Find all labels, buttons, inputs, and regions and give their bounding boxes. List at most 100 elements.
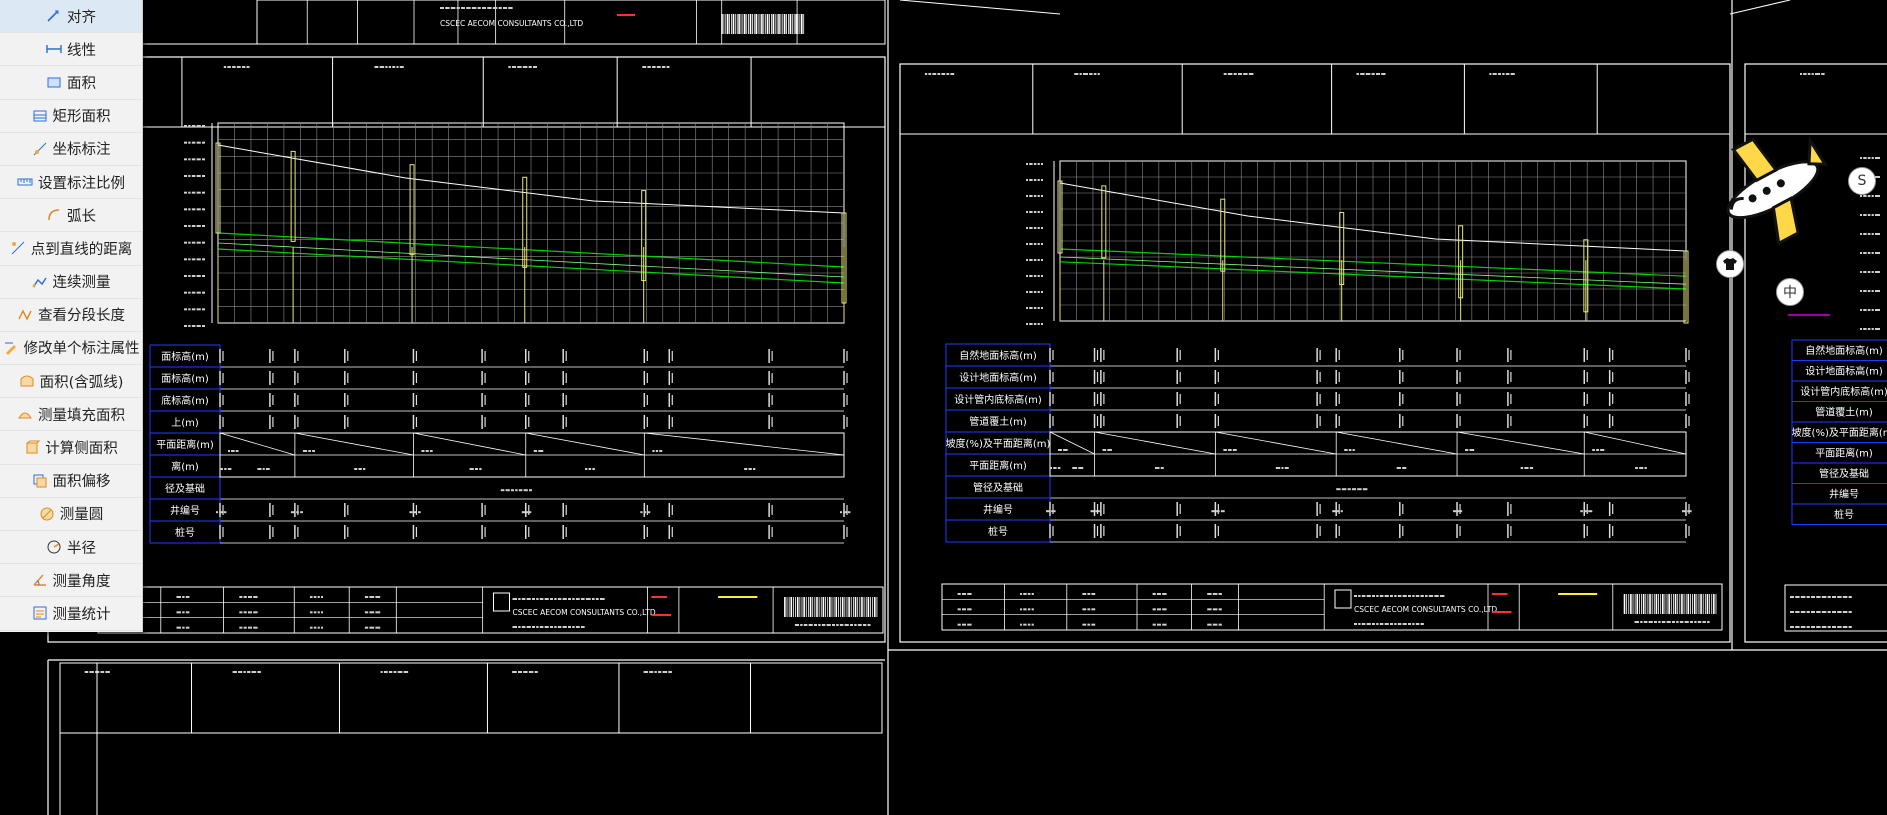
- menu-item-label: 修改单个标注属性: [23, 341, 140, 358]
- manhole-marker: [1101, 185, 1107, 259]
- menu-item-label: 测量圆: [59, 507, 104, 524]
- profile-row-label: 设计管内底标高(m): [1800, 385, 1887, 398]
- menu-item-circle[interactable]: 测量圆: [0, 498, 142, 531]
- menu-item-side-area[interactable]: 计算侧面积: [0, 431, 142, 465]
- menu-item-label: 对齐: [67, 9, 96, 26]
- profile-row-label: 面标高(m): [161, 350, 209, 363]
- edit-annotation-icon: [4, 342, 16, 355]
- menu-item-align[interactable]: 对齐: [0, 0, 142, 34]
- menu-item-segment-length[interactable]: 查看分段长度: [0, 299, 142, 332]
- profile-row-label: 坡度(%)及平面距离(m): [946, 437, 1051, 450]
- menu-item-label: 点到直线的距离: [30, 241, 133, 258]
- menu-item-area-offset[interactable]: 面积偏移: [0, 465, 142, 498]
- menu-item-point-line-distance[interactable]: 点到直线的距离: [0, 232, 142, 266]
- side-area-icon: [26, 440, 41, 454]
- profile-row-label: 平面距离(m): [969, 459, 1027, 472]
- header-strip: [47, 56, 886, 128]
- menu-item-label: 坐标标注: [52, 142, 111, 159]
- profile-row-label: 桩号: [988, 525, 1008, 538]
- profile-row-label: 设计地面标高(m): [959, 371, 1037, 384]
- slope-diagonal: [1049, 431, 1095, 455]
- profile-row-label: 井编号: [983, 503, 1013, 516]
- profile-sheet-1: 面标高(m) 面标高(m) 底标高(m) 上(m) 平面距离(m) 离(m) 径及基础井编号…: [47, 56, 886, 643]
- menu-item-label: 设置标注比例: [38, 175, 125, 192]
- profile-row-label: 自然地面标高(m): [1805, 344, 1883, 357]
- profile-row-label: 上(m): [171, 417, 199, 429]
- sheet-frame: [47, 56, 886, 643]
- sogou-s-button[interactable]: S: [1848, 167, 1876, 195]
- shirt-icon[interactable]: [1716, 250, 1744, 278]
- slope-diagonal: [644, 432, 845, 456]
- menu-item-label: 矩形面积: [52, 109, 111, 126]
- profile-row-label: 井编号: [170, 504, 200, 517]
- segment-length-icon: [18, 309, 32, 321]
- slope-diagonal: [1094, 431, 1216, 455]
- angle-icon: [32, 574, 46, 586]
- point-line-distance-icon: [11, 242, 25, 255]
- menu-item-label: 查看分段长度: [38, 308, 125, 325]
- company-name-en: CSCEC AECOM CONSULTANTS CO.,LTD: [1354, 605, 1497, 614]
- menu-item-edit-annotation[interactable]: 修改单个标注属性: [0, 332, 142, 366]
- menu-item-rectangle-area[interactable]: 矩形面积: [0, 100, 142, 133]
- cad-curve-fragment: [1729, 0, 1791, 15]
- airplane-mascot-icon[interactable]: [1712, 128, 1832, 248]
- profile-row-label: 底标高(m): [161, 394, 209, 407]
- menu-item-label: 面积偏移: [52, 474, 111, 491]
- menu-item-fill-area[interactable]: 测量填充面积: [0, 398, 142, 432]
- profile-row-label: 管径及基础: [1819, 467, 1869, 480]
- profile-row-label: 设计地面标高(m): [1805, 365, 1883, 378]
- menu-item-linear-dimension[interactable]: 线性: [0, 33, 142, 67]
- title-block: [97, 586, 884, 634]
- profile-row-label: 平面距离(m): [156, 438, 214, 451]
- company-logo: [493, 592, 510, 612]
- profile-row-label: 管径及基础: [973, 481, 1023, 494]
- align-icon: [47, 10, 59, 22]
- menu-item-label: 面积: [67, 75, 96, 92]
- menu-item-label: 线性: [67, 42, 96, 59]
- menu-item-area[interactable]: 面积: [0, 66, 142, 100]
- profile-row-label: 桩号: [1834, 508, 1854, 521]
- profile-row-label: 桩号: [175, 526, 195, 539]
- scale-icon: [17, 178, 33, 186]
- menu-item-radius[interactable]: 半径: [0, 531, 142, 565]
- profile-row-label: 设计管内底标高(m): [954, 393, 1042, 406]
- company-name-en: CSCEC AECOM CONSULTANTS CO.,LTD: [440, 19, 583, 28]
- fill-area-icon: [18, 412, 32, 419]
- menu-item-label: 弧长: [67, 208, 96, 225]
- menu-item-arc-length[interactable]: 弧长: [0, 199, 142, 233]
- menu-item-label: 测量角度: [52, 573, 111, 590]
- menu-item-label: 计算侧面积: [45, 441, 118, 458]
- menu-item-label: 半径: [67, 540, 96, 557]
- menu-item-label: 测量填充面积: [38, 407, 125, 424]
- menu-item-label: 面积(含弧线): [39, 374, 124, 391]
- coordinate-icon: [33, 142, 46, 156]
- input-method-zh-button[interactable]: 中: [1776, 278, 1804, 306]
- upper-sheet-title-block: CSCEC AECOM CONSULTANTS CO.,LTD: [139, 0, 1791, 45]
- profile-row-label: 面标高(m): [161, 372, 209, 385]
- area-icon: [47, 77, 61, 88]
- slope-diagonal: [1456, 431, 1585, 455]
- menu-item-angle[interactable]: 测量角度: [0, 564, 142, 598]
- profile-row-label: 井编号: [1829, 488, 1859, 501]
- profile-row-label: 自然地面标高(m): [959, 349, 1037, 362]
- manhole-marker: [290, 150, 296, 242]
- menu-item-statistics[interactable]: 测量统计: [0, 597, 142, 631]
- profile-row-label: 平面距离(m): [1815, 447, 1873, 460]
- header-strip: [899, 63, 1731, 135]
- menu-item-label: 连续测量: [52, 275, 111, 292]
- slope-diagonal: [525, 432, 645, 456]
- statistics-icon: [33, 606, 46, 620]
- menu-item-arc-area[interactable]: 面积(含弧线): [0, 365, 142, 399]
- menu-item-scale[interactable]: 设置标注比例: [0, 166, 142, 200]
- profile-sheet-4-header: [59, 662, 883, 815]
- menu-item-continuous-measure[interactable]: 连续测量: [0, 266, 142, 299]
- cad-drawing-canvas[interactable]: 面标高(m)面标高(m)底标高(m)上(m)平面距离(m)离(m)径及基础井编号…: [0, 0, 1887, 815]
- profile-row-label: 坡度(%)及平面距离(m): [1792, 426, 1887, 439]
- cad-curve-fragment: [899, 0, 1061, 15]
- measure-tools-menu: 对齐线性面积矩形面积坐标标注设置标注比例 弧长点到直线的距离 连续测量查看分段长度修…: [0, 0, 143, 632]
- slope-diagonal: [1584, 431, 1687, 455]
- profile-row-label: 离(m): [171, 460, 199, 473]
- title-block: [1784, 584, 1887, 632]
- arc-area-icon: [20, 375, 34, 387]
- menu-item-coordinate[interactable]: 坐标标注: [0, 133, 142, 166]
